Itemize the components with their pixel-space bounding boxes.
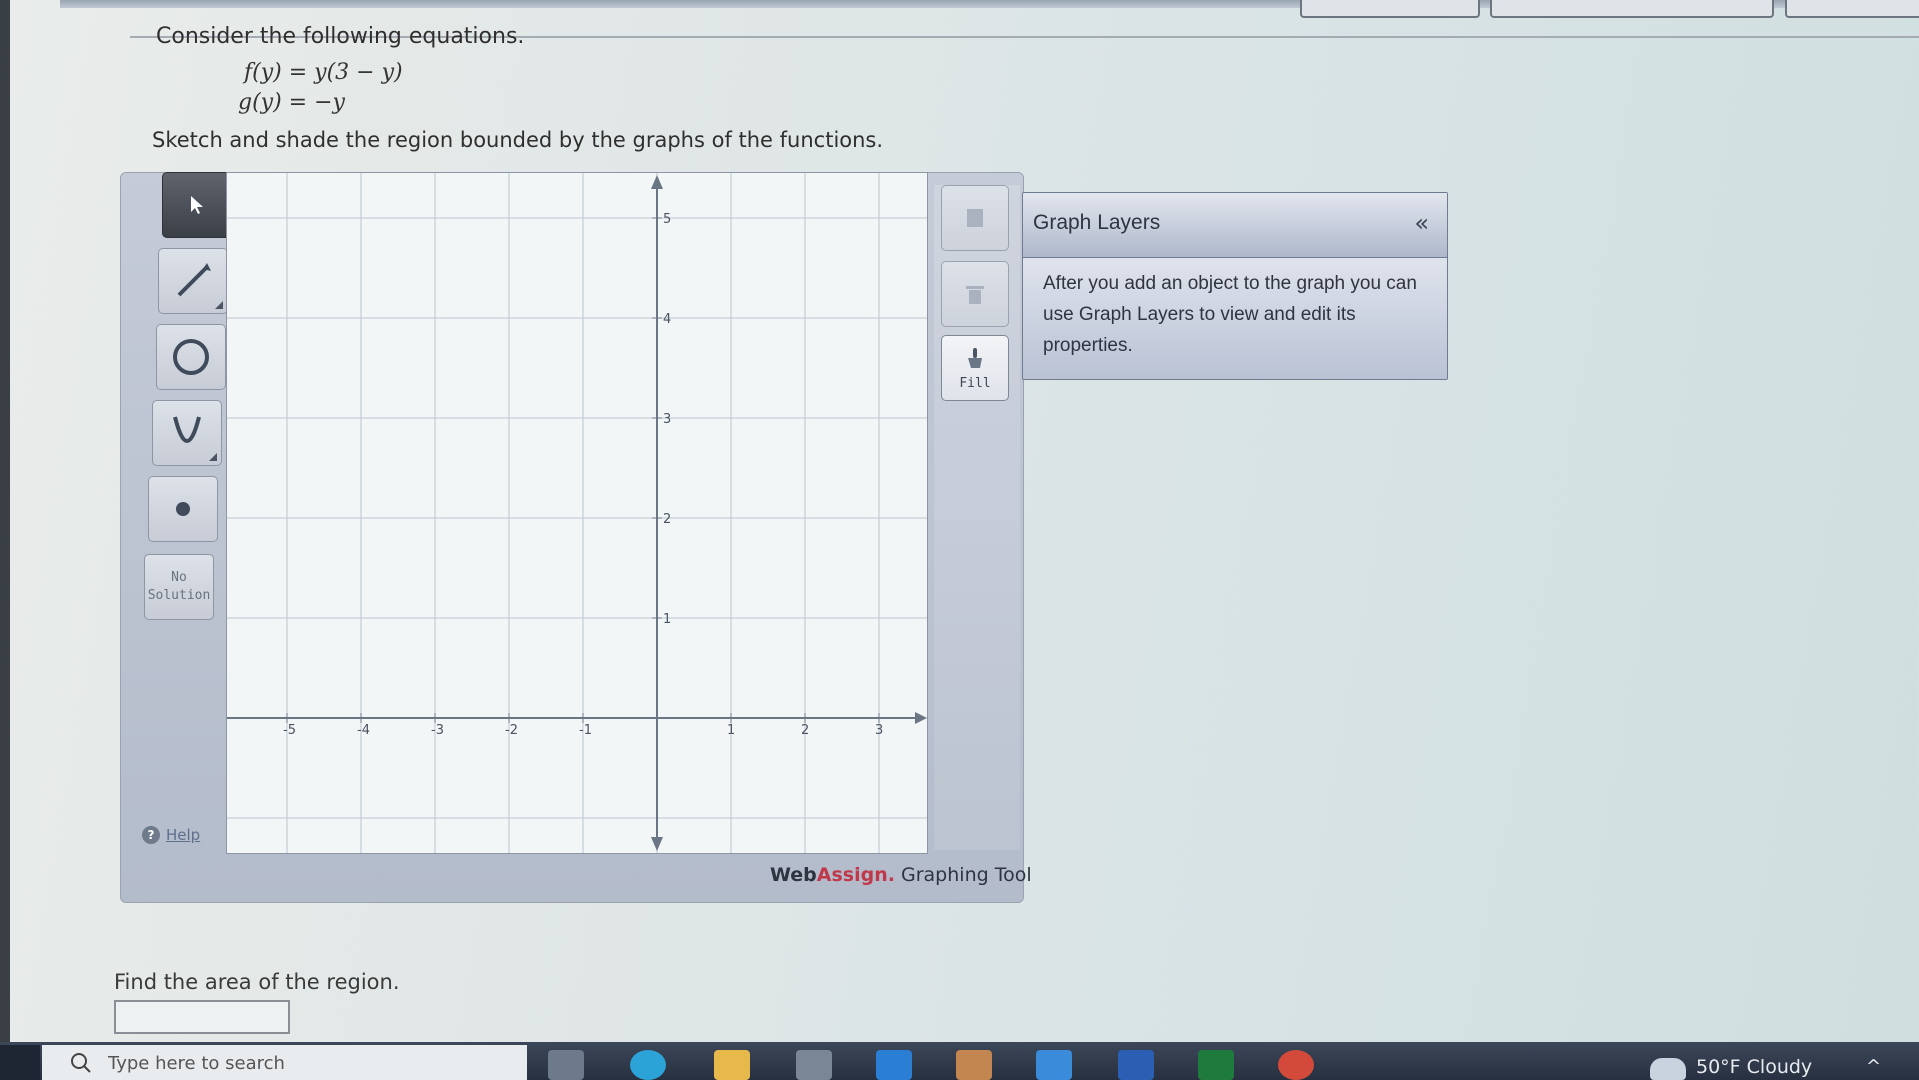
taskbar-search-box[interactable]: Type here to search bbox=[42, 1045, 527, 1080]
help-icon: ? bbox=[142, 826, 160, 844]
brand-assign: Assign. bbox=[816, 864, 895, 886]
question-intro: Consider the following equations. bbox=[156, 24, 525, 49]
x-tick-label: -2 bbox=[505, 723, 518, 738]
area-answer-input[interactable] bbox=[114, 1000, 290, 1034]
no-solution-label-line1: No bbox=[171, 570, 187, 585]
equation-f: f(y) = y(3 − y) bbox=[244, 60, 403, 85]
edge-browser-icon[interactable] bbox=[630, 1050, 666, 1080]
cursor-arrow-icon bbox=[191, 196, 203, 214]
word-icon[interactable] bbox=[1118, 1050, 1154, 1080]
no-solution-label-line2: Solution bbox=[147, 588, 211, 603]
app-icon-2[interactable] bbox=[956, 1050, 992, 1080]
parabola-icon bbox=[173, 416, 201, 443]
point-tool-button[interactable] bbox=[148, 476, 218, 542]
line-segment-icon bbox=[177, 263, 211, 297]
top-tab-2[interactable] bbox=[1490, 0, 1774, 18]
fill-hand-icon bbox=[968, 347, 982, 368]
delete-all-icon bbox=[967, 209, 983, 227]
graph-layers-description: After you add an object to the graph you… bbox=[1023, 258, 1447, 379]
x-tick-label: -5 bbox=[283, 723, 296, 738]
y-tick-label: 2 bbox=[663, 512, 671, 527]
app-icon[interactable] bbox=[876, 1050, 912, 1080]
window-edge bbox=[0, 0, 10, 1045]
fill-button[interactable]: Fill bbox=[941, 335, 1009, 401]
pointer-tool-button[interactable] bbox=[162, 172, 232, 238]
graph-canvas[interactable]: -5 -4 -3 -2 -1 1 2 3 5 4 3 2 1 bbox=[226, 172, 928, 854]
x-tick-label: 1 bbox=[727, 723, 735, 738]
mail-icon[interactable] bbox=[1036, 1050, 1072, 1080]
x-axis-arrow-right bbox=[915, 712, 927, 724]
y-tick-label: 3 bbox=[663, 412, 671, 427]
circle-tool-button[interactable] bbox=[156, 324, 226, 390]
task-view-icon[interactable] bbox=[548, 1050, 584, 1080]
excel-icon[interactable] bbox=[1198, 1050, 1234, 1080]
brand-tool: Graphing Tool bbox=[894, 864, 1032, 886]
trash-icon bbox=[966, 286, 984, 304]
right-tool-column: Fill bbox=[934, 185, 1020, 850]
help-link-group[interactable]: ? Help bbox=[142, 826, 200, 844]
instruction-text: Sketch and shade the region bounded by t… bbox=[152, 128, 884, 152]
top-tab-1[interactable] bbox=[1300, 0, 1480, 18]
dropdown-corner-icon bbox=[209, 453, 217, 461]
equation-g: g(y) = −y bbox=[238, 90, 345, 115]
line-tool-button[interactable] bbox=[158, 248, 228, 314]
x-tick-label: -3 bbox=[431, 723, 444, 738]
graph-layers-header: Graph Layers « bbox=[1023, 193, 1447, 258]
help-link[interactable]: Help bbox=[166, 826, 200, 844]
weather-text: 50°F Cloudy bbox=[1696, 1056, 1813, 1078]
coordinate-grid: -5 -4 -3 -2 -1 1 2 3 5 4 3 2 1 bbox=[227, 173, 927, 853]
dropdown-corner-icon bbox=[215, 301, 223, 309]
delete-button[interactable] bbox=[941, 261, 1009, 327]
x-tick-label: 2 bbox=[801, 723, 809, 738]
fill-label: Fill bbox=[959, 375, 991, 391]
brand-web: Web bbox=[770, 864, 817, 886]
no-solution-button[interactable]: No Solution bbox=[144, 554, 214, 620]
parabola-tool-button[interactable] bbox=[152, 400, 222, 466]
tray-chevron-icon[interactable]: ^ bbox=[1866, 1056, 1881, 1077]
collapse-chevrons-icon[interactable]: « bbox=[1414, 209, 1429, 237]
y-axis-arrow-down bbox=[651, 837, 663, 851]
y-axis-arrow-up bbox=[651, 175, 663, 189]
file-explorer-icon[interactable] bbox=[714, 1050, 750, 1080]
x-tick-label: 3 bbox=[875, 723, 883, 738]
search-placeholder: Type here to search bbox=[108, 1053, 285, 1074]
webassign-brand: WebAssign. Graphing Tool bbox=[770, 864, 1032, 886]
circle-icon bbox=[173, 339, 209, 375]
graph-layers-title: Graph Layers bbox=[1033, 211, 1161, 234]
x-tick-label: -4 bbox=[357, 723, 370, 738]
y-tick-label: 5 bbox=[663, 212, 671, 227]
point-dot-icon bbox=[176, 502, 190, 516]
x-tick-label: -1 bbox=[579, 723, 592, 738]
store-icon[interactable] bbox=[796, 1050, 832, 1080]
start-button[interactable] bbox=[0, 1045, 40, 1080]
area-question: Find the area of the region. bbox=[114, 970, 400, 994]
top-tab-3[interactable] bbox=[1785, 0, 1919, 18]
chrome-icon[interactable] bbox=[1278, 1050, 1314, 1080]
delete-all-button[interactable] bbox=[941, 185, 1009, 251]
y-tick-label: 4 bbox=[663, 312, 671, 327]
cloud-icon bbox=[1650, 1058, 1686, 1080]
search-icon bbox=[71, 1053, 91, 1073]
y-tick-label: 1 bbox=[663, 612, 671, 627]
graph-layers-panel: Graph Layers « After you add an object t… bbox=[1022, 192, 1448, 380]
